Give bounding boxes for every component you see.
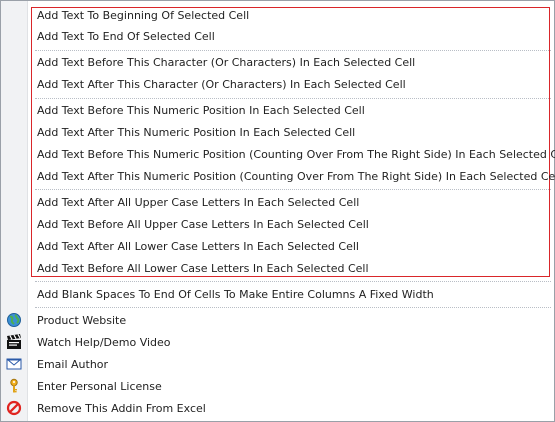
menu-item-label: Watch Help/Demo Video	[37, 336, 171, 349]
menu-item-add-text-before-character[interactable]: Add Text Before This Character (Or Chara…	[28, 52, 550, 74]
menu-item-label: Add Text To Beginning Of Selected Cell	[37, 9, 250, 22]
menu-item-add-text-to-beginning[interactable]: Add Text To Beginning Of Selected Cell	[28, 5, 550, 27]
menu-item-label: Add Text Before All Lower Case Letters I…	[37, 262, 369, 275]
menu-item-add-text-to-end[interactable]: Add Text To End Of Selected Cell	[28, 26, 550, 48]
menu-separator	[35, 281, 551, 282]
menu-item-enter-license[interactable]: Enter Personal License	[28, 376, 550, 398]
menu-item-label: Add Text After This Numeric Position In …	[37, 126, 356, 139]
menu-item-add-text-before-lower-case[interactable]: Add Text Before All Lower Case Letters I…	[28, 258, 550, 280]
menu-item-label: Add Text Before This Numeric Position (C…	[37, 148, 555, 161]
menu-item-add-text-after-numeric-position-right[interactable]: Add Text After This Numeric Position (Co…	[28, 166, 555, 188]
menu-item-add-text-after-lower-case[interactable]: Add Text After All Lower Case Letters In…	[28, 236, 550, 258]
clapperboard-icon	[7, 334, 21, 349]
prohibited-icon	[6, 400, 22, 416]
menu-item-label: Add Text To End Of Selected Cell	[37, 30, 215, 43]
menu-item-add-text-before-numeric-position[interactable]: Add Text Before This Numeric Position In…	[28, 100, 550, 122]
envelope-icon	[6, 358, 22, 370]
key-icon	[10, 378, 18, 393]
menu-item-add-blank-spaces[interactable]: Add Blank Spaces To End Of Cells To Make…	[28, 284, 550, 306]
menu-separator	[35, 189, 551, 190]
menu-item-product-website[interactable]: Product Website	[28, 310, 550, 332]
menu-item-label: Product Website	[37, 314, 127, 327]
menu-item-label: Add Text After This Numeric Position (Co…	[37, 170, 555, 183]
menu-item-add-text-after-numeric-position[interactable]: Add Text After This Numeric Position In …	[28, 122, 550, 144]
menu-item-add-text-after-character[interactable]: Add Text After This Character (Or Charac…	[28, 74, 550, 96]
menu-item-label: Email Author	[37, 358, 109, 371]
menu-item-label: Add Text After All Upper Case Letters In…	[37, 196, 360, 209]
menu-separator	[35, 50, 551, 51]
menu-item-label: Add Text After This Character (Or Charac…	[37, 78, 406, 91]
menu-item-add-text-before-upper-case[interactable]: Add Text Before All Upper Case Letters I…	[28, 214, 550, 236]
menu-item-label: Enter Personal License	[37, 380, 162, 393]
menu-item-label: Add Text Before This Numeric Position In…	[37, 104, 365, 117]
menu-item-watch-help-video[interactable]: Watch Help/Demo Video	[28, 332, 550, 354]
menu-separator	[35, 307, 551, 308]
menu-item-add-text-before-numeric-position-right[interactable]: Add Text Before This Numeric Position (C…	[28, 144, 555, 166]
menu-item-add-text-after-upper-case[interactable]: Add Text After All Upper Case Letters In…	[28, 192, 550, 214]
globe-icon	[7, 313, 21, 327]
menu-item-label: Add Text After All Lower Case Letters In…	[37, 240, 359, 253]
menu-item-remove-addin[interactable]: Remove This Addin From Excel	[28, 398, 550, 420]
menu-item-label: Add Text Before All Upper Case Letters I…	[37, 218, 369, 231]
menu-separator	[35, 98, 551, 99]
context-menu: Add Text To Beginning Of Selected Cell A…	[0, 0, 555, 422]
menu-item-label: Add Text Before This Character (Or Chara…	[37, 56, 416, 69]
menu-item-label: Remove This Addin From Excel	[37, 402, 206, 415]
menu-item-label: Add Blank Spaces To End Of Cells To Make…	[37, 288, 434, 301]
menu-item-email-author[interactable]: Email Author	[28, 354, 550, 376]
